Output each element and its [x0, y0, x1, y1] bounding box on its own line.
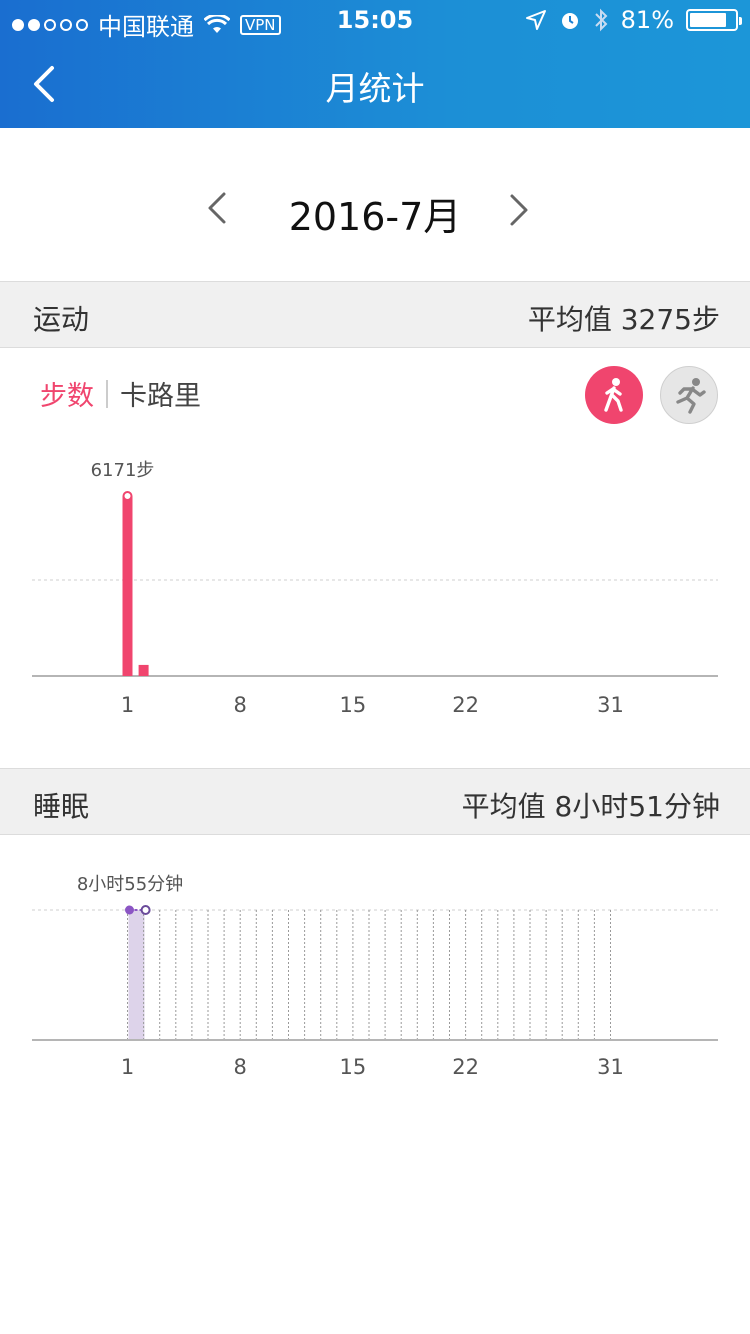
x-tick-label: 8: [234, 1055, 247, 1079]
alarm-icon: [561, 13, 578, 29]
activity-average: 平均值 3275步: [527, 303, 720, 336]
month-label: 2016-7月: [288, 195, 462, 239]
x-tick-label: 22: [452, 1055, 479, 1079]
activity-section-title: 运动: [33, 303, 90, 336]
sleep-chart: 8小时55分钟 1 8 15 22 31: [0, 860, 750, 1100]
step-bar: [138, 664, 149, 676]
tab-divider: [106, 379, 108, 408]
run-mode-button[interactable]: [660, 366, 718, 424]
run-icon: [676, 378, 706, 414]
sleep-section-header: 睡眠 平均值 8小时51分钟: [0, 768, 750, 835]
sleep-average: 平均值 8小时51分钟: [461, 790, 720, 823]
sleep-point: [140, 905, 151, 915]
battery-icon: [686, 9, 742, 31]
peak-marker: [122, 491, 133, 501]
steps-chart-svg: 6171步 1 8 15 22 31: [32, 460, 718, 717]
walk-icon: [604, 378, 623, 412]
step-bar: [122, 496, 133, 676]
peak-value-label: 6171步: [91, 460, 155, 481]
month-selector: 2016-7月: [0, 128, 750, 280]
x-tick-label: 31: [597, 693, 624, 717]
nav-bar: 月统计: [0, 40, 750, 128]
next-month-button[interactable]: [500, 190, 536, 230]
status-bar: 中国联通 VPN 15:05 81%: [0, 0, 750, 41]
x-tick-label: 1: [121, 693, 134, 717]
status-right: 81%: [525, 6, 742, 34]
tab-steps[interactable]: 步数: [40, 374, 94, 413]
x-tick-label: 15: [340, 693, 367, 717]
x-tick-label: 15: [340, 1055, 367, 1079]
peak-value-label: 8小时55分钟: [77, 874, 183, 895]
top-bar: 中国联通 VPN 15:05 81% 月统计: [0, 0, 750, 128]
x-tick-label: 22: [452, 693, 479, 717]
steps-chart: 6171步 1 8 15 22 31: [0, 440, 750, 740]
bluetooth-icon: [594, 8, 608, 32]
x-tick-label: 1: [121, 1055, 134, 1079]
sleep-chart-svg: 8小时55分钟 1 8 15 22 31: [32, 874, 718, 1079]
battery-fill: [690, 13, 726, 27]
x-tick-label: 8: [234, 693, 247, 717]
sleep-point: [125, 905, 134, 915]
tab-calories[interactable]: 卡路里: [120, 374, 201, 413]
page-title: 月统计: [325, 69, 425, 108]
activity-metric-tabs: 步数 卡路里: [40, 374, 201, 413]
sleep-section-title: 睡眠: [33, 790, 90, 823]
walk-mode-button[interactable]: [585, 366, 643, 424]
location-icon: [525, 10, 546, 30]
battery-percent: 81%: [620, 6, 674, 34]
activity-section-header: 运动 平均值 3275步: [0, 281, 750, 348]
sleep-bar: [128, 910, 145, 1040]
x-tick-label: 31: [597, 1055, 624, 1079]
